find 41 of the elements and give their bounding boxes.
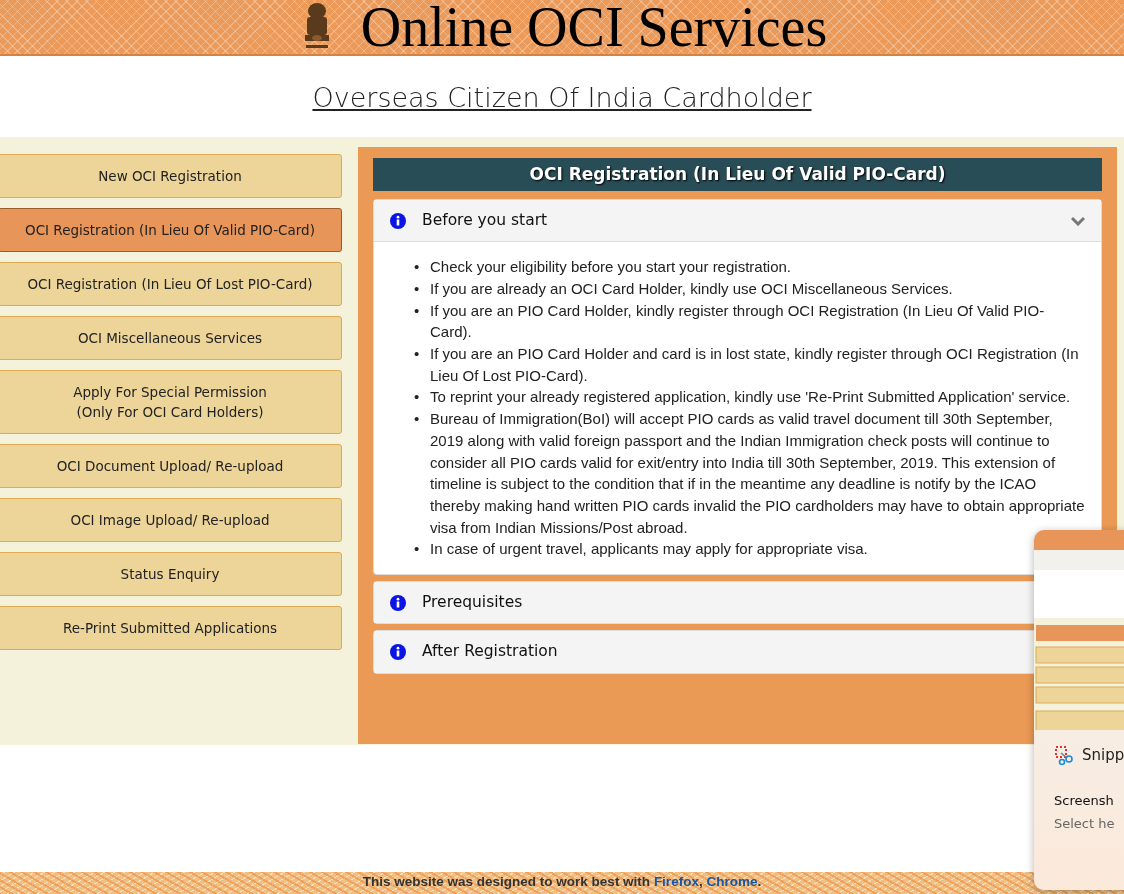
accordion-header[interactable]: Before you start: [374, 200, 1101, 242]
chevron-icon: [1071, 215, 1085, 226]
list-item: To reprint your already registered application, kindly use 'Re-Print Submitted Application' service.: [430, 387, 1071, 408]
info-icon: [390, 643, 406, 660]
info-icon: [390, 594, 406, 611]
sidebar-button[interactable]: OCI Document Upload/ Re-upload: [0, 443, 342, 488]
sidebar-button[interactable]: OCI Registration (In Lieu Of Lost PIO-Card): [0, 261, 342, 306]
sidebar-button[interactable]: Status Enquiry: [0, 551, 342, 596]
browser-notice: This website was designed to work best with Firefox, Chrome.: [362, 874, 762, 889]
bullet: •: [414, 278, 421, 299]
bullet: •: [414, 300, 421, 321]
bullet: •: [414, 409, 421, 430]
bullet: •: [414, 539, 421, 560]
list-item: Bureau of Immigration(BoI) will accept PIO cards as valid travel document till 30th September, 2019 along with valid foreign passport and the Indian Immigration check posts will continue to consider all PIO cards valid for exit/entry into India till 30th September, 2019. This extension of timeline is subject to the condition that if in the meantime any deadline is notify by the ICAO thereby making hand written PIO cards invalid the PIO cardholders may have to obtain appropriate visa from Indian Missions/Post abroad.: [430, 409, 1085, 538]
accordion-title: Prerequisites: [422, 592, 524, 614]
info-icon: [390, 212, 406, 229]
panel-heading: OCI Registration (In Lieu Of Valid PIO-Card): [373, 157, 1102, 191]
bullet: •: [414, 257, 421, 278]
list-item: If you are an PIO Card Holder, kindly register through OCI Registration (In Lieu Of Valid PIO-Card).: [430, 300, 1046, 343]
list-item: If you are already an OCI Card Holder, kindly use OCI Miscellaneous Services.: [430, 278, 953, 299]
browser-link[interactable]: Chrome: [706, 874, 758, 889]
accordion-title: Before you start: [422, 210, 549, 231]
sidebar-button[interactable]: New OCI Registration: [0, 153, 342, 198]
list-item: If you are an PIO Card Holder and card is in lost state, kindly register through OCI Registration (In Lieu Of Lost PIO-Card).: [430, 344, 1080, 386]
sidebar-button[interactable]: OCI Registration (In Lieu Of Valid PIO-Card): [0, 207, 342, 252]
app-name: Snipp: [1082, 745, 1124, 766]
accordion-title: After Registration: [422, 641, 559, 663]
list-item: Check your eligibility before you start your registration.: [430, 257, 791, 278]
sidebar-button[interactable]: Apply For Special Permission (Only For OCI Card Holders): [0, 369, 342, 434]
page-title: Overseas Citizen Of India Cardholder: [312, 82, 812, 113]
list-item: In case of urgent travel, applicants may apply for appropriate visa.: [430, 539, 868, 560]
sidebar-button[interactable]: OCI Image Upload/ Re-upload: [0, 497, 342, 542]
browser-link[interactable]: Firefox: [653, 874, 699, 889]
notification-title: Screensh: [1054, 791, 1114, 810]
site-title: Online OCI Services: [360, 0, 828, 55]
bullet: •: [414, 387, 421, 408]
notification-text: Select he: [1054, 814, 1115, 833]
sidebar-button[interactable]: Re-Print Submitted Applications: [0, 605, 342, 650]
sidebar-button[interactable]: OCI Miscellaneous Services: [0, 315, 342, 360]
bullet: •: [414, 344, 421, 365]
scissors-icon: [1054, 745, 1074, 766]
